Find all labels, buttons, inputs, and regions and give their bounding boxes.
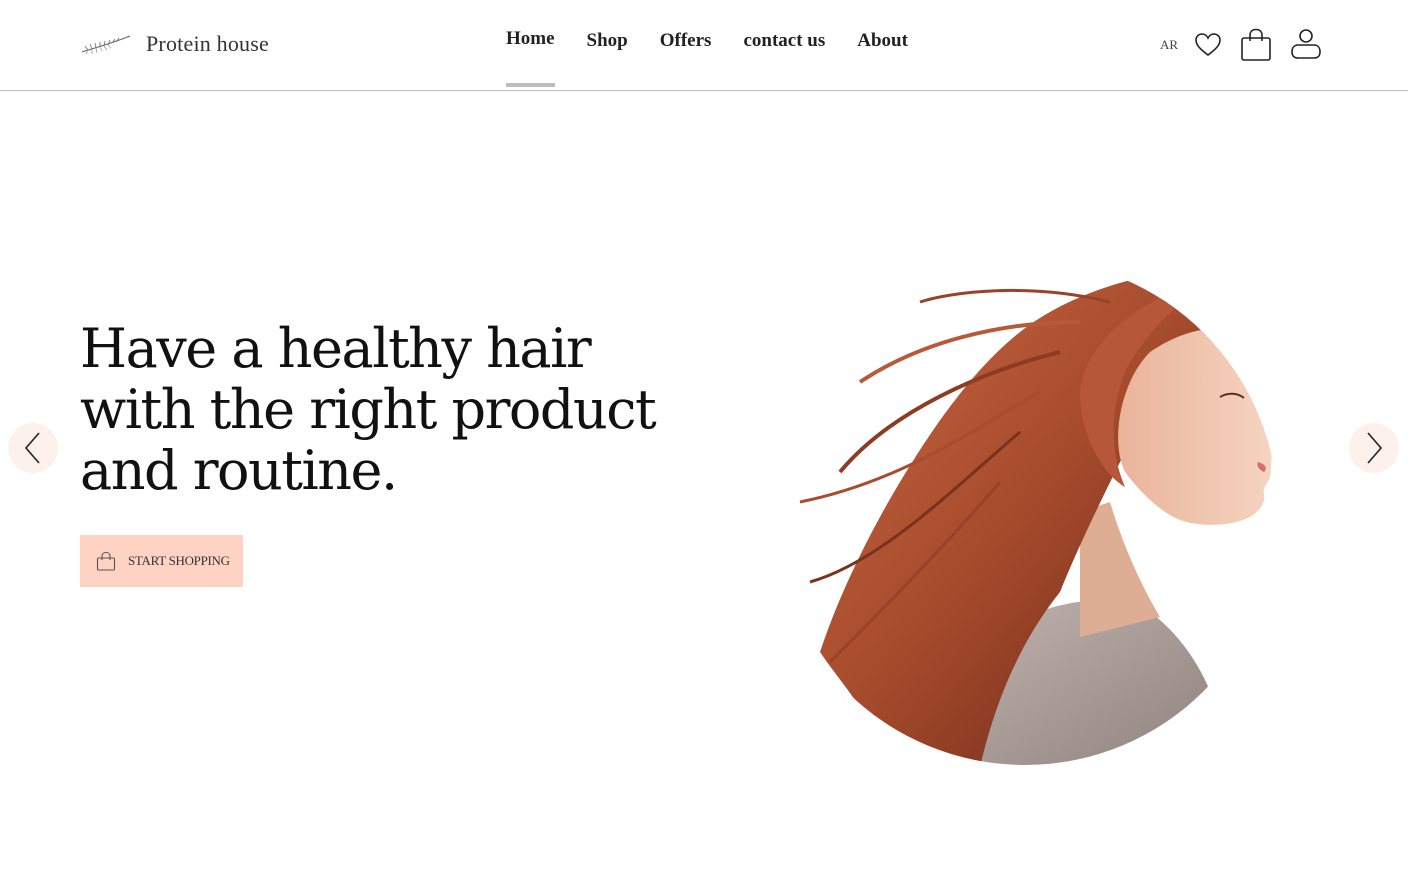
hero-title: Have a healthy hair with the right produ… xyxy=(80,317,657,502)
chevron-left-icon xyxy=(24,432,40,464)
nav-home[interactable]: Home xyxy=(506,28,555,87)
hero-woman-image xyxy=(799,267,1278,765)
start-shopping-button[interactable]: START SHOPPING xyxy=(80,535,243,587)
heart-icon[interactable] xyxy=(1194,32,1222,58)
user-icon[interactable] xyxy=(1290,28,1322,62)
nav-shop[interactable]: Shop xyxy=(587,30,628,52)
nav-contact-us[interactable]: contact us xyxy=(743,30,825,52)
start-shopping-label: START SHOPPING xyxy=(128,553,230,568)
brand-name: Protein house xyxy=(146,31,269,56)
shopping-bag-icon xyxy=(96,551,116,571)
site-header: Protein house Home Shop Offers contact u… xyxy=(0,0,1408,91)
shopping-bag-icon[interactable] xyxy=(1240,28,1272,62)
carousel-prev-button[interactable] xyxy=(8,423,58,473)
header-tools: AR xyxy=(1160,28,1322,62)
nav-about[interactable]: About xyxy=(857,30,908,52)
language-switch[interactable]: AR xyxy=(1160,37,1178,53)
leaf-logo-icon xyxy=(81,35,131,55)
carousel-next-button[interactable] xyxy=(1349,423,1399,473)
brand[interactable]: Protein house xyxy=(80,30,269,58)
nav-offers[interactable]: Offers xyxy=(660,30,712,52)
main-nav: Home Shop Offers contact us About xyxy=(506,28,940,87)
chevron-right-icon xyxy=(1367,432,1383,464)
